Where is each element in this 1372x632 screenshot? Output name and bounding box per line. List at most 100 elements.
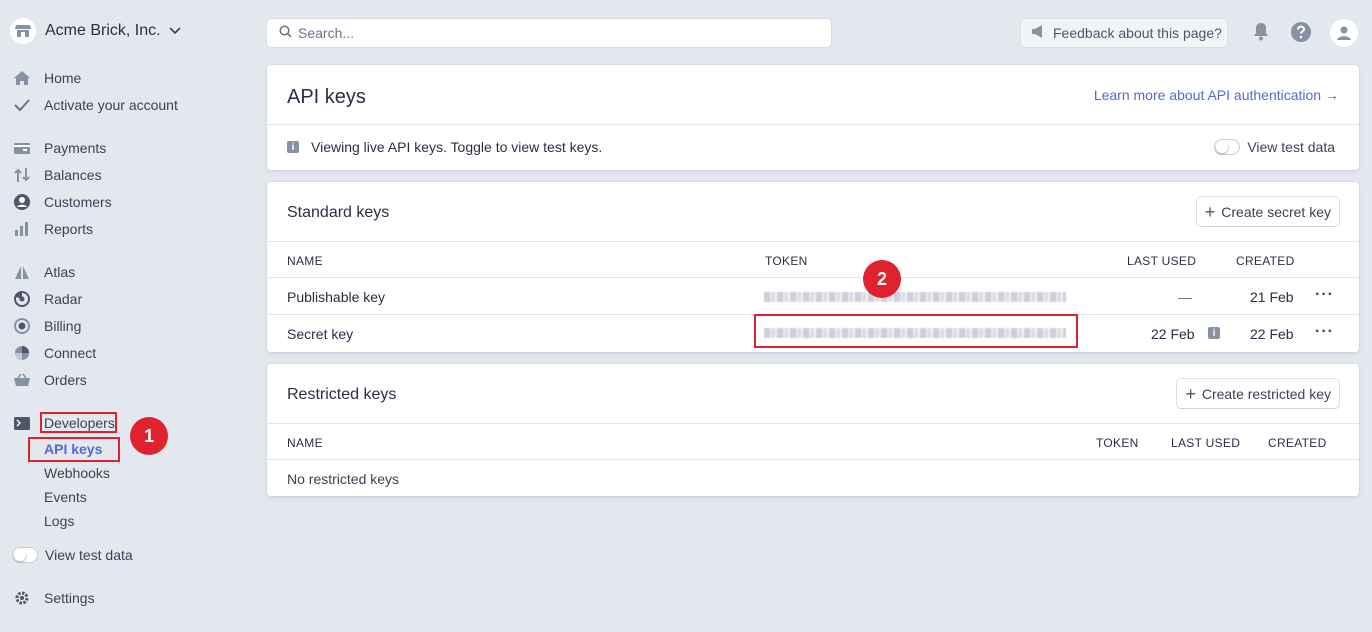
column-header-created: CREATED: [1268, 436, 1327, 450]
token-value-redacted[interactable]: [764, 328, 1066, 338]
divider: [267, 314, 1359, 315]
notice-text: Viewing live API keys. Toggle to view te…: [311, 139, 603, 155]
sidebar-item-label: Reports: [44, 221, 94, 237]
section-title: Restricted keys: [287, 386, 397, 403]
column-header-name: NAME: [287, 436, 323, 450]
sidebar-item-label: Balances: [44, 167, 102, 183]
standard-keys-card: Standard keys + Create secret key NAME T…: [267, 182, 1359, 352]
chevron-down-icon: [169, 27, 181, 35]
column-header-name: NAME: [287, 254, 323, 268]
column-header-last-used: LAST USED: [1171, 436, 1241, 450]
create-restricted-key-button[interactable]: + Create restricted key: [1177, 379, 1339, 408]
sidebar: Acme Brick, Inc. Home Activate your acco…: [0, 0, 250, 632]
more-actions-icon[interactable]: ···: [1315, 286, 1334, 304]
more-actions-icon[interactable]: ···: [1315, 323, 1334, 341]
sidebar-item-label: Atlas: [44, 264, 76, 280]
info-icon[interactable]: i: [1208, 327, 1220, 339]
divider: [267, 277, 1359, 278]
search-icon: [279, 25, 292, 41]
store-icon: [10, 18, 36, 44]
empty-state-text: No restricted keys: [287, 471, 400, 487]
checkmark-icon: [12, 95, 32, 115]
toggle-label: View test data: [1247, 139, 1335, 155]
sidebar-item-activate[interactable]: Activate your account: [12, 94, 178, 116]
last-used: 22 Feb: [1151, 326, 1195, 342]
atlas-icon: [12, 262, 32, 282]
button-label: Create secret key: [1221, 203, 1331, 220]
sidebar-item-connect[interactable]: Connect: [12, 342, 96, 364]
help-icon[interactable]: [1289, 20, 1313, 44]
gear-icon: [12, 588, 32, 608]
sidebar-subitem-webhooks[interactable]: Webhooks: [44, 465, 110, 481]
basket-icon: [12, 370, 32, 390]
learn-more-link[interactable]: Learn more about API authentication →: [1094, 87, 1339, 103]
annotation-step-1: 1: [130, 417, 168, 455]
view-test-data-toggle[interactable]: View test data: [1214, 139, 1335, 155]
avatar[interactable]: [1330, 19, 1358, 47]
column-header-last-used: LAST USED: [1127, 254, 1197, 268]
divider: [267, 124, 1359, 125]
divider: [267, 423, 1359, 424]
billing-icon: [12, 316, 32, 336]
key-name: Secret key: [287, 326, 354, 342]
column-header-created: CREATED: [1236, 254, 1295, 268]
bell-icon[interactable]: [1249, 20, 1273, 44]
key-name: Publishable key: [287, 289, 386, 305]
connect-icon: [12, 343, 32, 363]
sidebar-item-label: Billing: [44, 318, 82, 334]
api-keys-header-card: API keys Learn more about API authentica…: [267, 65, 1359, 170]
sidebar-item-billing[interactable]: Billing: [12, 315, 81, 337]
sidebar-item-settings[interactable]: Settings: [12, 587, 95, 609]
sidebar-item-atlas[interactable]: Atlas: [12, 261, 75, 283]
page-title: API keys: [287, 86, 366, 108]
sidebar-item-developers[interactable]: Developers: [12, 412, 115, 434]
search-bar[interactable]: [267, 19, 831, 47]
sidebar-item-label: Connect: [44, 345, 97, 361]
annotation-step-2: 2: [863, 260, 901, 298]
divider: [267, 241, 1359, 242]
info-icon: i: [287, 141, 299, 153]
terminal-icon: [12, 413, 32, 433]
plus-icon: +: [1204, 201, 1216, 222]
sidebar-item-label: Orders: [44, 372, 87, 388]
sidebar-item-label: Home: [44, 70, 82, 86]
sidebar-subitem-events[interactable]: Events: [44, 489, 87, 505]
sidebar-item-balances[interactable]: Balances: [12, 164, 102, 186]
sidebar-item-home[interactable]: Home: [12, 67, 81, 89]
feedback-button[interactable]: Feedback about this page?: [1021, 19, 1227, 47]
learn-more-label: Learn more about API authentication: [1093, 87, 1322, 103]
sidebar-item-label: Settings: [44, 590, 95, 606]
column-header-token: TOKEN: [1096, 436, 1139, 450]
sidebar-subitem-api-keys[interactable]: API keys: [44, 441, 102, 457]
sidebar-item-customers[interactable]: Customers: [12, 191, 112, 213]
user-icon: [1337, 26, 1351, 40]
account-switcher[interactable]: Acme Brick, Inc.: [10, 18, 181, 44]
sidebar-item-payments[interactable]: Payments: [12, 137, 106, 159]
account-name: Acme Brick, Inc.: [45, 22, 161, 39]
sidebar-item-label: Developers: [44, 415, 115, 431]
sidebar-item-reports[interactable]: Reports: [12, 218, 93, 240]
arrow-right-icon: →: [1325, 87, 1339, 103]
search-input[interactable]: [298, 25, 818, 41]
sidebar-item-radar[interactable]: Radar: [12, 288, 82, 310]
sidebar-item-orders[interactable]: Orders: [12, 369, 87, 391]
column-header-token: TOKEN: [765, 254, 808, 268]
payments-icon: [12, 138, 32, 158]
token-value-redacted[interactable]: [764, 292, 1066, 302]
test-data-switch[interactable]: [1214, 139, 1241, 155]
sidebar-item-label: Payments: [44, 140, 107, 156]
test-data-switch[interactable]: [12, 547, 38, 563]
sidebar-subitem-logs[interactable]: Logs: [44, 513, 74, 529]
created-date: 22 Feb: [1250, 326, 1294, 342]
home-icon: [12, 68, 32, 88]
last-used: —: [1178, 289, 1192, 305]
sidebar-item-label: View test data: [45, 547, 133, 563]
radar-icon: [12, 289, 32, 309]
sidebar-item-label: Radar: [44, 291, 83, 307]
create-secret-key-button[interactable]: + Create secret key: [1196, 197, 1339, 226]
button-label: Create restricted key: [1201, 385, 1331, 402]
sidebar-test-data-toggle[interactable]: View test data: [12, 544, 133, 566]
created-date: 21 Feb: [1250, 289, 1294, 305]
customers-icon: [12, 192, 32, 212]
reports-icon: [12, 219, 32, 239]
